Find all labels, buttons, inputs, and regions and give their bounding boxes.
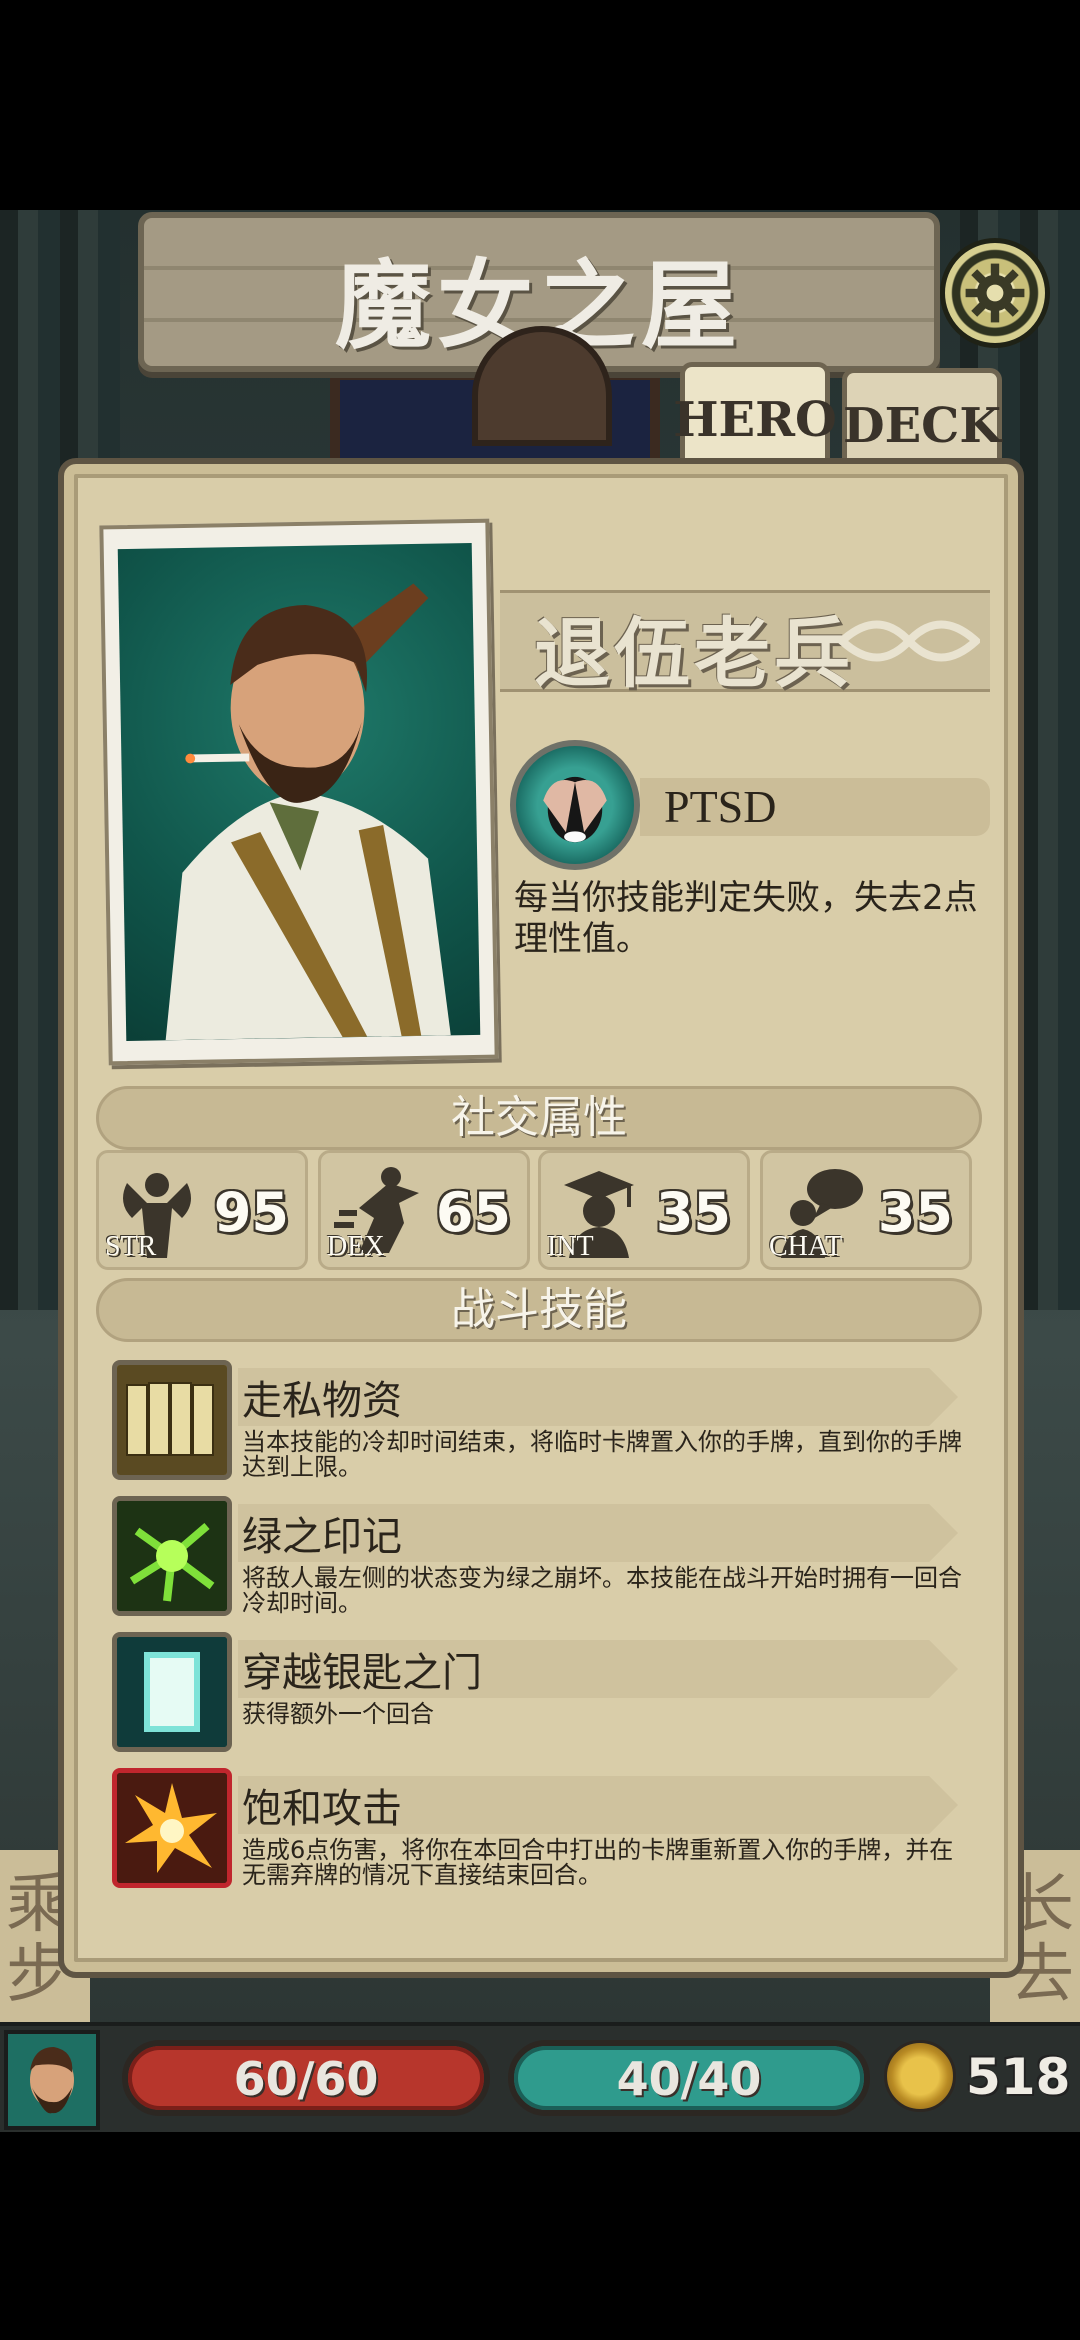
stat-dex: 65 DEX [318, 1150, 530, 1270]
head-in-hands-icon [543, 776, 607, 843]
gold-coin-icon [884, 2040, 956, 2112]
sanity-value: 40/40 [616, 2052, 762, 2106]
stat-int-value: 35 [655, 1181, 731, 1244]
trait-description: 每当你技能判定失败，失去2点理性值。 [514, 878, 978, 959]
trait-portrait [510, 740, 640, 870]
skill-description: 造成6点伤害，将你在本回合中打出的卡牌重新置入你的手牌，并在无需弃牌的情况下直接… [242, 1836, 954, 1890]
stat-str-label: STR [105, 1231, 157, 1262]
knot-ornament-icon [838, 620, 980, 662]
hero-portrait [99, 518, 499, 1066]
trait-name: PTSD [664, 781, 777, 832]
hero-class-name: 退伍老兵 [534, 609, 854, 698]
skill-description: 当本技能的冷却时间结束，将临时卡牌置入你的手牌，直到你的手牌达到上限。 [242, 1428, 962, 1482]
combat-section-title: 战斗技能 [96, 1278, 982, 1342]
health-bar: 60/60 [122, 2040, 490, 2116]
stat-chat-label: CHAT [769, 1231, 843, 1262]
stat-str-value: 95 [213, 1181, 289, 1244]
settings-button[interactable] [940, 238, 1050, 348]
stat-str: 95 STR [96, 1150, 308, 1270]
green-mark-icon [112, 1496, 232, 1616]
gear-icon [965, 263, 1025, 323]
hero-face-icon [30, 2047, 74, 2114]
veteran-figure-icon [165, 583, 451, 1041]
bottom-hud: 60/60 40/40 518 [0, 2022, 1080, 2132]
hero-portrait-image [117, 542, 481, 1042]
stat-int: 35 INT [538, 1150, 750, 1270]
gold-value: 518 [966, 2048, 1071, 2106]
tab-hero[interactable]: HERO [673, 362, 837, 472]
stat-chat-value: 35 [877, 1181, 953, 1244]
stat-chat: 35 CHAT [760, 1150, 972, 1270]
stat-dex-value: 65 [435, 1181, 511, 1244]
skill-name: 绿之印记 [242, 1514, 402, 1560]
social-section-title: 社交属性 [96, 1086, 982, 1150]
skill-row[interactable]: 穿越银匙之门 获得额外一个回合 [112, 1632, 962, 1756]
skill-description: 获得额外一个回合 [242, 1700, 434, 1728]
explosion-icon [112, 1768, 232, 1888]
skill-row[interactable]: 走私物资 当本技能的冷却时间结束，将临时卡牌置入你的手牌，直到你的手牌达到上限。 [112, 1360, 962, 1484]
health-value: 60/60 [233, 2052, 379, 2106]
skill-name: 穿越银匙之门 [242, 1650, 482, 1696]
sanity-bar: 40/40 [508, 2040, 870, 2116]
skill-row[interactable]: 绿之印记 将敌人最左侧的状态变为绿之崩坏。本技能在战斗开始时拥有一回合冷却时间。 [112, 1496, 962, 1620]
stat-dex-label: DEX [327, 1231, 385, 1262]
hero-avatar[interactable] [4, 2030, 100, 2130]
cards-fan-icon [112, 1360, 232, 1480]
skill-name: 饱和攻击 [242, 1786, 402, 1832]
skill-description: 将敌人最左侧的状态变为绿之崩坏。本技能在战斗开始时拥有一回合冷却时间。 [242, 1564, 962, 1618]
skill-row[interactable]: 饱和攻击 造成6点伤害，将你在本回合中打出的卡牌重新置入你的手牌，并在无需弃牌的… [112, 1768, 962, 1892]
skill-name: 走私物资 [242, 1378, 402, 1424]
silver-gate-icon [112, 1632, 232, 1752]
stat-int-label: INT [547, 1231, 594, 1262]
